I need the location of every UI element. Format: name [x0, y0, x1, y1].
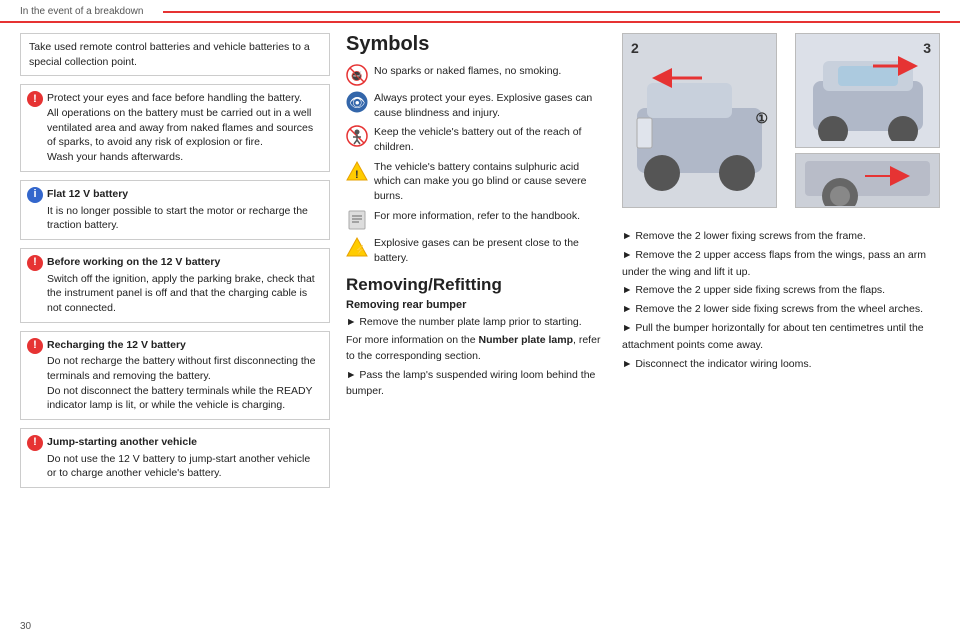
no-fire-icon: 🚭 — [346, 64, 368, 86]
instruction-2: Remove the 2 upper access flaps from the… — [622, 247, 940, 281]
instruction-1: Remove the 2 lower fixing screws from th… — [622, 228, 940, 245]
warning-box-1: ! Protect your eyes and face before hand… — [20, 84, 330, 171]
symbols-list: 🚭 No sparks or naked flames, no smoking.… — [346, 64, 606, 265]
symbol-row-no-fire: 🚭 No sparks or naked flames, no smoking. — [346, 64, 606, 86]
main-content: Take used remote control batteries and v… — [0, 23, 960, 633]
header-line — [163, 11, 940, 13]
notice-text: Take used remote control batteries and v… — [29, 41, 310, 68]
warning-box-3: ! Recharging the 12 V battery Do not rec… — [20, 331, 330, 420]
warning4-text: Do not use the 12 V battery to jump-star… — [47, 453, 310, 480]
svg-text:⚡: ⚡ — [355, 244, 366, 256]
page-header: In the event of a breakdown — [0, 0, 960, 23]
notice-box: Take used remote control batteries and v… — [20, 33, 330, 76]
info-box-flat-battery: i Flat 12 V battery It is no longer poss… — [20, 180, 330, 240]
info-icon: i — [27, 187, 43, 203]
warning-text-1: Protect your eyes and face before handli… — [47, 92, 313, 163]
instruction-3: Remove the 2 upper side fixing screws fr… — [622, 282, 940, 299]
image-number-2: 2 — [631, 40, 639, 56]
refitting-section: Removing/Refitting Removing rear bumper … — [346, 275, 606, 400]
removing-sub-title: Removing rear bumper — [346, 299, 606, 311]
car-side-svg — [627, 38, 772, 203]
page-number: 30 — [20, 621, 31, 632]
symbol-text-acid: The vehicle's battery contains sulphuric… — [374, 160, 606, 204]
symbol-text-eye: Always protect your eyes. Explosive gase… — [374, 91, 606, 120]
info-box-text: It is no longer possible to start the mo… — [47, 205, 308, 232]
symbols-title: Symbols — [346, 33, 606, 56]
warning-icon-1: ! — [27, 91, 43, 107]
car-image-wheel — [795, 153, 940, 208]
warning2-title: Before working on the 12 V battery — [47, 255, 321, 270]
handbook-icon — [346, 209, 368, 231]
info-box-title: Flat 12 V battery — [47, 187, 321, 202]
symbol-text-no-fire: No sparks or naked flames, no smoking. — [374, 64, 561, 79]
warning4-title: Jump-starting another vehicle — [47, 435, 321, 450]
middle-column: Symbols 🚭 No sparks or naked flames, no … — [346, 33, 606, 623]
child-icon — [346, 125, 368, 147]
symbol-text-handbook: For more information, refer to the handb… — [374, 209, 580, 224]
instruction-6: Disconnect the indicator wiring looms. — [622, 356, 940, 373]
gas-icon: ⚡ — [346, 236, 368, 258]
refitting-title: Removing/Refitting — [346, 275, 606, 295]
warning-box-2: ! Before working on the 12 V battery Swi… — [20, 248, 330, 323]
warning-icon-2: ! — [27, 255, 43, 271]
right-column: 3 2 ① — [622, 33, 940, 623]
warning2-text: Switch off the ignition, apply the parki… — [47, 273, 315, 314]
symbol-row-gas: ⚡ Explosive gases can be present close t… — [346, 236, 606, 265]
symbol-row-acid: ! The vehicle's battery contains sulphur… — [346, 160, 606, 204]
svg-text:👁: 👁 — [349, 95, 366, 110]
svg-text:🚭: 🚭 — [351, 70, 362, 81]
number-plate-info: For more information on the Number plate… — [346, 333, 606, 365]
car-front-svg — [803, 41, 933, 141]
car-images-area: 3 2 ① — [622, 33, 940, 218]
left-column: Take used remote control batteries and v… — [20, 33, 330, 623]
svg-text:!: ! — [355, 169, 359, 181]
warning3-title: Recharging the 12 V battery — [47, 338, 321, 353]
acid-icon: ! — [346, 160, 368, 182]
warning-icon-4: ! — [27, 435, 43, 451]
car-image-side: 2 ① — [622, 33, 777, 208]
header-title: In the event of a breakdown — [20, 6, 143, 17]
right-instructions: Remove the 2 lower fixing screws from th… — [622, 228, 940, 372]
symbol-text-gas: Explosive gases can be present close to … — [374, 236, 606, 265]
eye-protection-icon: 👁 — [346, 91, 368, 113]
warning3-text: Do not recharge the battery without firs… — [47, 355, 315, 411]
image-number-3: 3 — [923, 40, 931, 56]
symbol-row-handbook: For more information, refer to the handb… — [346, 209, 606, 231]
warning-box-4: ! Jump-starting another vehicle Do not u… — [20, 428, 330, 488]
symbol-row-child: Keep the vehicle's battery out of the re… — [346, 125, 606, 154]
removing-step-2: Pass the lamp's suspended wiring loom be… — [346, 368, 606, 400]
instruction-4: Remove the 2 lower side fixing screws fr… — [622, 301, 940, 318]
symbol-text-child: Keep the vehicle's battery out of the re… — [374, 125, 606, 154]
warning-icon-3: ! — [27, 338, 43, 354]
image-number-1: ① — [755, 110, 768, 127]
removing-step-1: Remove the number plate lamp prior to st… — [346, 315, 606, 331]
symbol-row-eye: 👁 Always protect your eyes. Explosive ga… — [346, 91, 606, 120]
instruction-5: Pull the bumper horizontally for about t… — [622, 320, 940, 354]
car-wheel-svg — [800, 156, 935, 206]
car-image-front: 3 — [795, 33, 940, 148]
